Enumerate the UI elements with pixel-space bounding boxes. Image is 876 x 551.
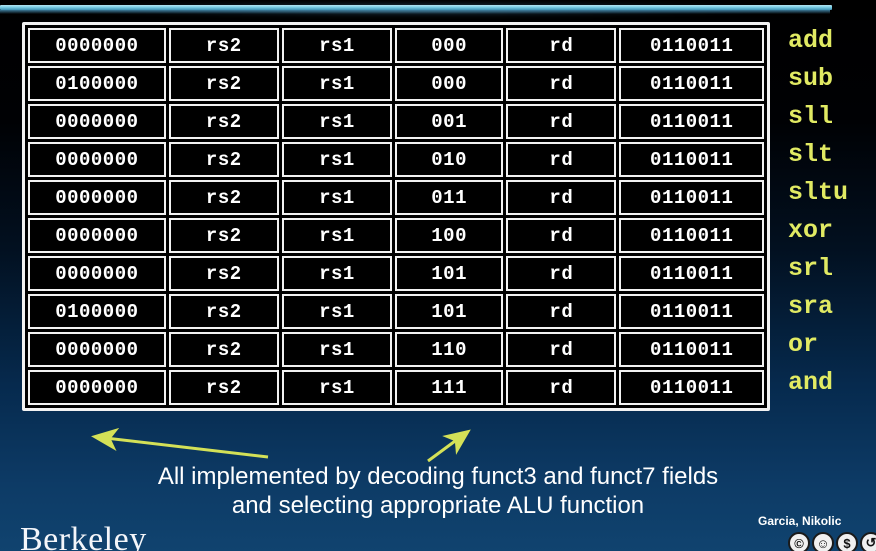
mnemonic-label: sub (788, 64, 834, 93)
cell-funct7: 0000000 (28, 28, 166, 63)
creative-commons-badges: © ☺ $ ↺ (788, 532, 876, 551)
cell-rs1: rs1 (281, 180, 393, 215)
cell-funct7: 0000000 (28, 180, 166, 215)
table-row: 0000000 rs2 rs1 111rd 0110011 (28, 370, 764, 405)
mnemonic-label: sra (788, 292, 834, 321)
cell-rs2: rs2 (168, 256, 279, 291)
cell-rs2: rs2 (168, 218, 279, 253)
cell-rs1: rs1 (281, 332, 393, 367)
cell-funct3: 111 (395, 370, 504, 405)
cell-funct3: 100 (395, 218, 504, 253)
cell-opcode: 0110011 (619, 66, 764, 101)
cc-icon: © (788, 532, 810, 551)
cell-rs2: rs2 (168, 104, 279, 139)
cell-funct7: 0000000 (28, 370, 166, 405)
table-row: 0100000 rs2 rs1 101rd 0110011 (28, 294, 764, 329)
caption-line-2: and selecting appropriate ALU function (231, 492, 645, 519)
mnemonic-label: or (788, 330, 819, 359)
cell-rd: rd (506, 332, 617, 367)
cell-funct7: 0000000 (28, 218, 166, 253)
mnemonic-label-column: add sub sll slt sltu xor srl sra or and (788, 22, 876, 402)
cell-rd: rd (506, 66, 617, 101)
cell-funct7: 0000000 (28, 256, 166, 291)
cell-funct7: 0000000 (28, 142, 166, 177)
sa-icon: ↺ (860, 532, 876, 551)
table-row: 0000000 rs2 rs1 011rd 0110011 (28, 180, 764, 215)
cell-rd: rd (506, 218, 617, 253)
caption-line-1: All implemented by decoding funct3 and f… (157, 463, 719, 490)
cell-rd: rd (506, 28, 617, 63)
cell-rs2: rs2 (168, 28, 279, 63)
mnemonic-label: srl (788, 254, 834, 283)
cell-rs1: rs1 (281, 66, 393, 101)
cell-opcode: 0110011 (619, 332, 764, 367)
cell-rs1: rs1 (281, 218, 393, 253)
table-row: 0000000 rs2 rs1 010rd 0110011 (28, 142, 764, 177)
cell-opcode: 0110011 (619, 370, 764, 405)
cell-funct3: 000 (395, 28, 504, 63)
cell-funct3: 010 (395, 142, 504, 177)
cell-funct7: 0100000 (28, 66, 166, 101)
mnemonic-label: add (788, 26, 834, 55)
mnemonic-label: sll (788, 102, 834, 131)
berkeley-logo-text: Berkeley (20, 521, 147, 551)
cell-rs1: rs1 (281, 104, 393, 139)
cell-rs2: rs2 (168, 332, 279, 367)
arrow-to-funct7-column (91, 427, 269, 459)
cell-rs1: rs1 (281, 294, 393, 329)
cell-funct3: 101 (395, 256, 504, 291)
by-icon: ☺ (812, 532, 834, 551)
cell-rs1: rs1 (281, 370, 393, 405)
cell-rs2: rs2 (168, 180, 279, 215)
table-row: 0100000 rs2 rs1 000rd 0110011 (28, 66, 764, 101)
cell-funct3: 000 (395, 66, 504, 101)
mnemonic-label: sltu (788, 178, 849, 207)
cell-funct3: 101 (395, 294, 504, 329)
instruction-encoding-table: 0000000 rs2 rs1 000rd 0110011 0100000 rs2 rs1 00… (22, 22, 770, 411)
mnemonic-label: slt (788, 140, 834, 169)
cell-funct7: 0000000 (28, 332, 166, 367)
cell-rd: rd (506, 142, 617, 177)
caption: All implemented by decoding funct3 and f… (0, 462, 876, 520)
table-row: 0000000 rs2 rs1 001rd 0110011 (28, 104, 764, 139)
cell-funct3: 001 (395, 104, 504, 139)
arrow-to-funct3-column (427, 429, 471, 463)
cell-opcode: 0110011 (619, 28, 764, 63)
table-row: 0000000 rs2 rs1 000rd 0110011 (28, 28, 764, 63)
cell-rs1: rs1 (281, 28, 393, 63)
cell-rd: rd (506, 370, 617, 405)
table-row: 0000000 rs2 rs1 100rd 0110011 (28, 218, 764, 253)
cell-rd: rd (506, 256, 617, 291)
cell-opcode: 0110011 (619, 180, 764, 215)
nc-icon: $ (836, 532, 858, 551)
cell-funct7: 0100000 (28, 294, 166, 329)
cell-rd: rd (506, 180, 617, 215)
cell-opcode: 0110011 (619, 294, 764, 329)
accent-line-shadow (0, 10, 830, 14)
cell-opcode: 0110011 (619, 142, 764, 177)
cell-funct3: 011 (395, 180, 504, 215)
cell-rs2: rs2 (168, 142, 279, 177)
mnemonic-label: xor (788, 216, 834, 245)
table-row: 0000000 rs2 rs1 110rd 0110011 (28, 332, 764, 367)
cell-rs2: rs2 (168, 370, 279, 405)
cell-opcode: 0110011 (619, 256, 764, 291)
cell-rs1: rs1 (281, 142, 393, 177)
table-row: 0000000 rs2 rs1 101rd 0110011 (28, 256, 764, 291)
cell-opcode: 0110011 (619, 104, 764, 139)
cell-funct3: 110 (395, 332, 504, 367)
cell-rs1: rs1 (281, 256, 393, 291)
cell-funct7: 0000000 (28, 104, 166, 139)
cell-opcode: 0110011 (619, 218, 764, 253)
top-accent-rule (0, 0, 835, 22)
cell-rd: rd (506, 294, 617, 329)
mnemonic-label: and (788, 368, 834, 397)
cell-rd: rd (506, 104, 617, 139)
author-credit: Garcia, Nikolic (758, 514, 842, 528)
cell-rs2: rs2 (168, 66, 279, 101)
cell-rs2: rs2 (168, 294, 279, 329)
slide-canvas: 0000000 rs2 rs1 000rd 0110011 0100000 rs2 rs1 00… (0, 0, 876, 551)
